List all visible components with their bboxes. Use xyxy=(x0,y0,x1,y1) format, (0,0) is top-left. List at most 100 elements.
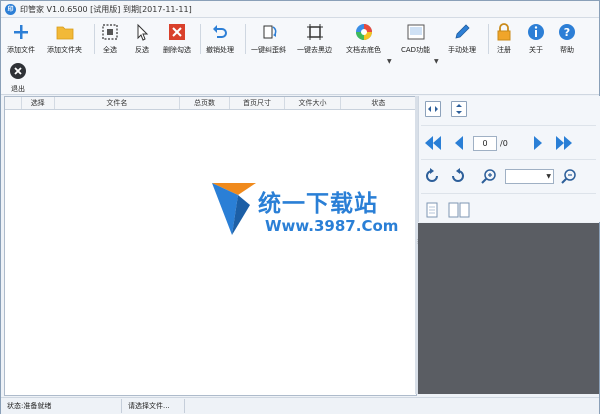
panel-divider xyxy=(421,159,596,160)
column-header-index[interactable] xyxy=(5,97,22,109)
select-all-label: 全选 xyxy=(103,46,117,54)
rotate-left-button[interactable] xyxy=(424,168,440,184)
zoom-in-button[interactable] xyxy=(481,168,497,184)
toolbar-separator xyxy=(245,24,246,54)
panel-divider xyxy=(421,125,596,126)
cad-dropdown-arrow-icon[interactable]: ▼ xyxy=(434,58,439,65)
delete-icon xyxy=(167,22,187,42)
svg-text:?: ? xyxy=(564,26,570,39)
zoom-in-icon xyxy=(481,169,496,184)
manual-process-label: 手动处理 xyxy=(448,46,476,54)
register-button[interactable]: 注册 xyxy=(494,22,514,55)
color-wheel-icon xyxy=(354,22,374,42)
single-page-icon xyxy=(426,202,438,218)
status-ready: 状态:准备就绪 xyxy=(1,399,122,413)
help-icon: ? xyxy=(557,22,577,42)
toolbar-separator xyxy=(200,24,201,54)
register-label: 注册 xyxy=(497,46,511,54)
doc-color-remove-label: 文档去底色 xyxy=(346,46,381,54)
pencil-icon xyxy=(452,22,472,42)
help-button[interactable]: ? 帮助 xyxy=(557,22,577,55)
last-page-button[interactable] xyxy=(554,134,574,152)
watermark-logo: 统一下载站 Www.3987.Com xyxy=(210,179,400,241)
plus-icon xyxy=(11,22,31,42)
watermark-url: Www.3987.Com xyxy=(265,217,399,235)
doc-color-remove-button[interactable]: 文档去底色 xyxy=(346,22,381,55)
exit-label: 退出 xyxy=(11,85,25,93)
cad-button[interactable]: CAD功能 xyxy=(401,22,430,55)
invert-select-label: 反选 xyxy=(135,46,149,54)
toolbar: 添加文件 添加文件夹 全选 反选 删除勾选 撤销处理 一键纠歪斜 一键去黑边 文… xyxy=(1,18,599,95)
column-header-select[interactable]: 选择 xyxy=(22,97,55,109)
select-all-button[interactable]: 全选 xyxy=(100,22,120,55)
toolbar-separator xyxy=(94,24,95,54)
close-icon xyxy=(8,61,28,81)
column-header-pages[interactable]: 总页数 xyxy=(180,97,230,109)
next-page-icon xyxy=(534,136,542,150)
chevron-down-icon: ▼ xyxy=(546,173,551,180)
page-number-input[interactable]: 0 xyxy=(473,136,497,151)
column-header-status[interactable]: 状态 xyxy=(341,97,416,109)
rotate-left-icon xyxy=(426,168,438,182)
undo-button[interactable]: 撤销处理 xyxy=(206,22,234,55)
add-file-label: 添加文件 xyxy=(7,46,35,54)
deskew-button[interactable]: 一键纠歪斜 xyxy=(251,22,286,55)
crop-icon xyxy=(305,22,325,42)
undo-label: 撤销处理 xyxy=(206,46,234,54)
manual-process-button[interactable]: 手动处理 xyxy=(448,22,476,55)
remove-black-edge-label: 一键去黑边 xyxy=(297,46,332,54)
column-header-first-page-size[interactable]: 首页尺寸 xyxy=(230,97,286,109)
exit-button[interactable]: 退出 xyxy=(8,61,28,94)
zoom-out-icon xyxy=(561,169,576,184)
file-list-table[interactable]: 选择 文件名 总页数 首页尺寸 文件大小 状态 统一下载站 Www.3987.C… xyxy=(4,96,417,396)
help-label: 帮助 xyxy=(560,46,574,54)
add-file-button[interactable]: 添加文件 xyxy=(7,22,35,55)
cad-label: CAD功能 xyxy=(401,46,431,54)
double-page-icon xyxy=(448,202,470,218)
first-page-icon xyxy=(425,136,441,150)
fit-width-icon xyxy=(425,101,441,117)
rotate-page-icon xyxy=(259,22,279,42)
deskew-label: 一键纠歪斜 xyxy=(251,46,286,54)
about-label: 关于 xyxy=(529,46,543,54)
delete-checked-button[interactable]: 删除勾选 xyxy=(163,22,191,55)
table-header: 选择 文件名 总页数 首页尺寸 文件大小 状态 xyxy=(5,97,416,110)
fit-height-button[interactable] xyxy=(451,101,467,117)
info-icon xyxy=(526,22,546,42)
column-header-filename[interactable]: 文件名 xyxy=(55,97,181,109)
next-page-button[interactable] xyxy=(532,134,544,152)
status-bar: 状态:准备就绪 请选择文件... xyxy=(1,397,599,414)
single-page-view-button[interactable] xyxy=(425,202,439,218)
fit-width-button[interactable] xyxy=(425,101,441,117)
remove-black-edge-button[interactable]: 一键去黑边 xyxy=(297,22,332,55)
app-window: 印 印管家 V1.0.6500 [试用版] 到期[2017-11-11] 添加文… xyxy=(0,0,600,414)
zoom-out-button[interactable] xyxy=(561,168,577,184)
prev-page-button[interactable] xyxy=(453,134,465,152)
title-bar: 印 印管家 V1.0.6500 [试用版] 到期[2017-11-11] xyxy=(1,1,599,18)
add-folder-button[interactable]: 添加文件夹 xyxy=(47,22,82,55)
first-page-button[interactable] xyxy=(423,134,443,152)
watermark-title: 统一下载站 xyxy=(258,191,378,217)
rotate-right-button[interactable] xyxy=(450,168,466,184)
window-title: 印管家 V1.0.6500 [试用版] 到期[2017-11-11] xyxy=(20,4,192,14)
select-all-icon xyxy=(100,22,120,42)
column-header-file-size[interactable]: 文件大小 xyxy=(285,97,341,109)
add-folder-label: 添加文件夹 xyxy=(47,46,82,54)
about-button[interactable]: 关于 xyxy=(526,22,546,55)
delete-checked-label: 删除勾选 xyxy=(163,46,191,54)
prev-page-icon xyxy=(455,136,463,150)
folder-icon xyxy=(55,22,75,42)
document-preview-area[interactable] xyxy=(418,223,599,394)
zoom-level-select[interactable]: ▼ xyxy=(505,169,554,184)
status-hint: 请选择文件... xyxy=(122,399,185,413)
page-total-label: /0 xyxy=(500,139,508,148)
panel-divider xyxy=(421,193,596,194)
double-page-view-button[interactable] xyxy=(448,202,470,218)
doc-color-dropdown-arrow-icon[interactable]: ▼ xyxy=(387,58,392,65)
app-logo-icon: 印 xyxy=(5,3,16,15)
toolbar-separator xyxy=(488,24,489,54)
undo-icon xyxy=(210,22,230,42)
invert-select-button[interactable]: 反选 xyxy=(132,22,152,55)
fit-height-icon xyxy=(451,101,467,117)
last-page-icon xyxy=(556,136,572,150)
